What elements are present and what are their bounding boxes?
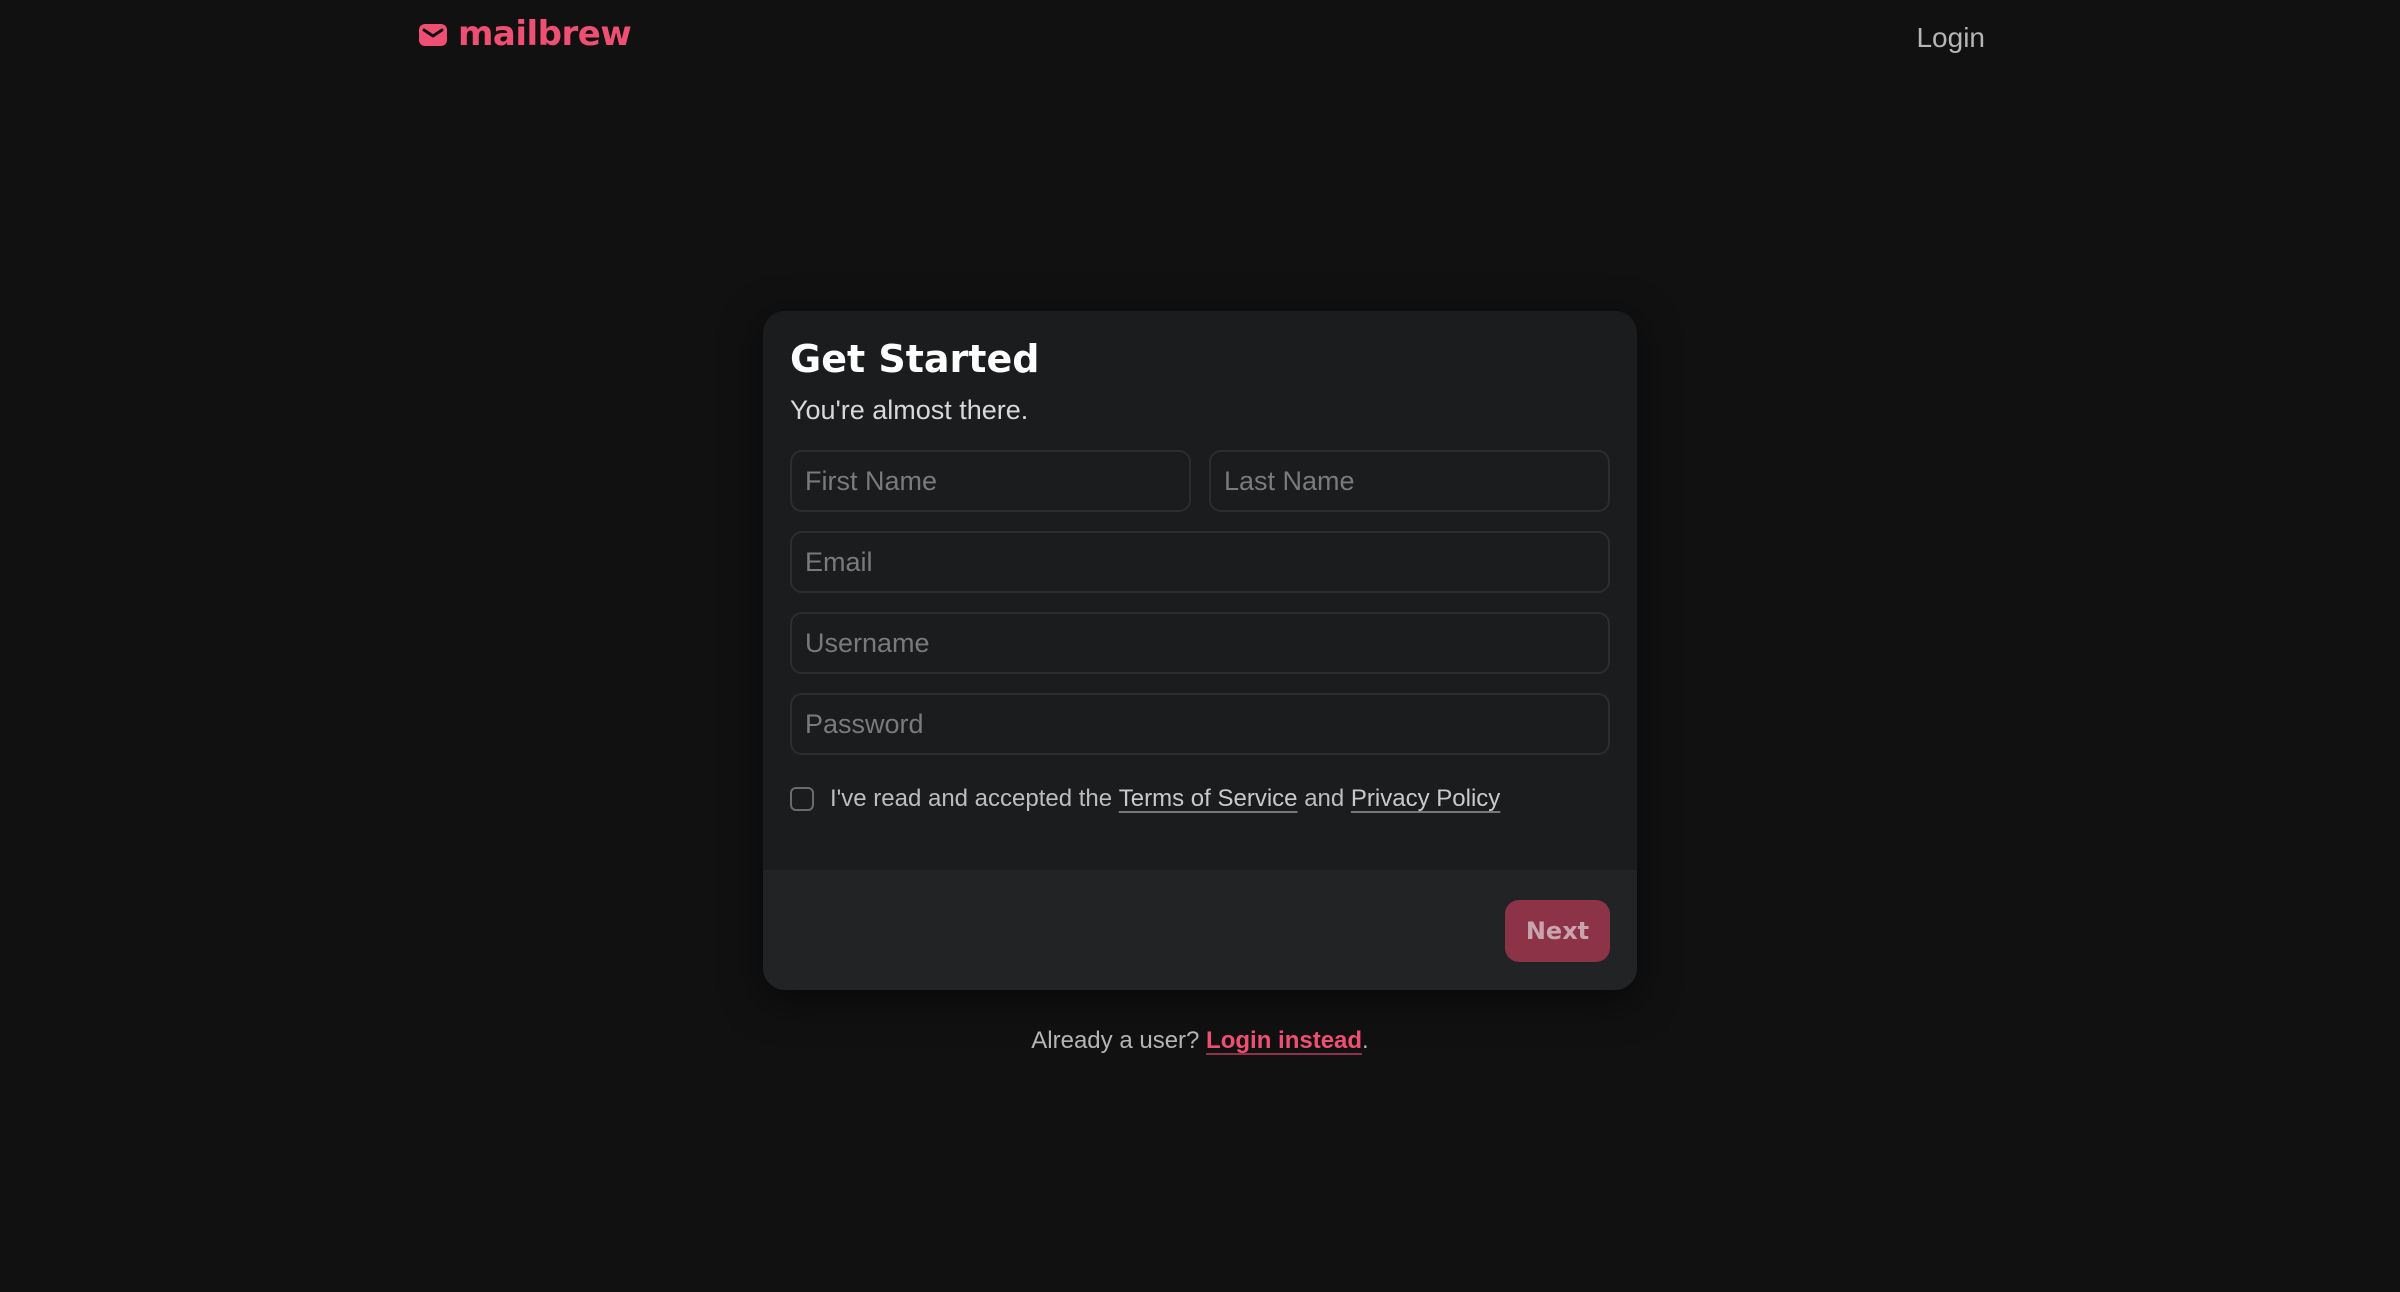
terms-of-service-link[interactable]: Terms of Service [1119, 785, 1298, 813]
form-title: Get Started [790, 337, 1040, 381]
terms-agreement: I've read and accepted the Terms of Serv… [790, 785, 1500, 813]
next-button[interactable]: Next [1505, 900, 1610, 962]
signup-card: Get Started You're almost there. I've re… [763, 311, 1637, 990]
first-name-input[interactable] [790, 450, 1191, 512]
login-prompt: Already a user? Login instead. [763, 1027, 1637, 1055]
top-bar: mailbrew Login [0, 0, 2400, 80]
brand-name: mailbrew [458, 14, 632, 54]
terms-prefix: I've read and accepted the [830, 785, 1113, 812]
brand-logo[interactable]: mailbrew [418, 14, 632, 54]
terms-checkbox[interactable] [790, 787, 814, 811]
login-instead-link[interactable]: Login instead [1206, 1027, 1362, 1054]
last-name-input[interactable] [1209, 450, 1610, 512]
form-subtitle: You're almost there. [790, 395, 1029, 425]
password-input[interactable] [790, 693, 1610, 755]
login-prompt-period: . [1362, 1027, 1369, 1054]
terms-and: and [1304, 785, 1345, 812]
envelope-icon [419, 24, 447, 46]
username-input[interactable] [790, 612, 1610, 674]
nav-login-link[interactable]: Login [1900, 22, 1985, 54]
login-prompt-text: Already a user? [1031, 1027, 1200, 1054]
card-footer: Next [763, 870, 1637, 990]
privacy-policy-link[interactable]: Privacy Policy [1351, 785, 1500, 813]
email-input[interactable] [790, 531, 1610, 593]
